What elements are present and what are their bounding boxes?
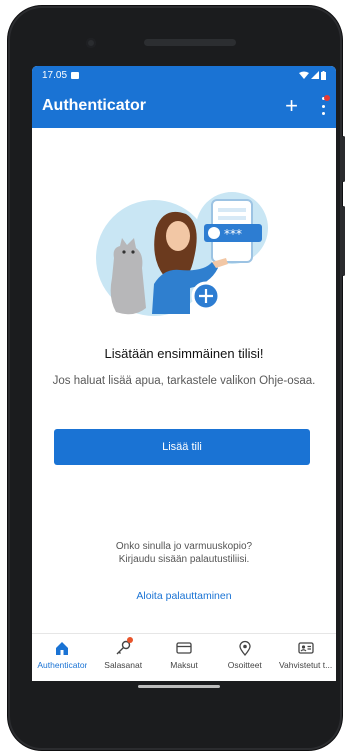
welcome-heading: Lisätään ensimmäinen tilisi!	[104, 346, 264, 361]
volume-button	[342, 206, 345, 276]
location-icon	[235, 639, 255, 657]
id-card-icon	[296, 639, 316, 657]
status-bar: 17.05	[32, 66, 336, 84]
app-bar: Authenticator +	[32, 84, 336, 128]
bottom-navigation: Authenticator Salasanat Maksut Osoitteet	[32, 633, 336, 681]
backup-instruction: Kirjaudu sisään palautustiliisi.	[118, 554, 250, 565]
notification-dot	[324, 95, 330, 101]
nav-item-passwords[interactable]: Salasanat	[93, 634, 154, 681]
power-button	[342, 136, 345, 182]
card-icon	[174, 639, 194, 657]
gesture-bar[interactable]	[138, 685, 220, 688]
nav-item-authenticator[interactable]: Authenticator	[32, 634, 93, 681]
welcome-illustration: ***	[96, 192, 268, 316]
svg-text:***: ***	[224, 227, 242, 241]
cellular-signal-icon	[311, 71, 319, 79]
main-content: *** Lisätään ensimmäinen tilisi! Jos hal…	[32, 128, 336, 631]
add-account-icon[interactable]: +	[285, 95, 298, 117]
nav-label: Maksut	[170, 660, 198, 670]
backup-question: Onko sinulla jo varmuuskopio?	[115, 541, 253, 552]
nav-label: Vahvistetut t...	[278, 660, 333, 670]
more-options-icon[interactable]	[320, 95, 330, 115]
nav-label: Salasanat	[104, 660, 143, 670]
nav-label: Authenticator	[37, 660, 88, 670]
wifi-icon	[299, 71, 309, 79]
app-title: Authenticator	[42, 97, 146, 114]
nav-item-payments[interactable]: Maksut	[154, 634, 215, 681]
help-text: Jos haluat lisää apua, tarkastele valiko…	[52, 375, 316, 387]
passwords-badge	[126, 637, 133, 643]
front-camera	[86, 38, 96, 48]
home-icon	[52, 639, 72, 657]
nav-label: Osoitteet	[227, 660, 262, 670]
nav-item-addresses[interactable]: Osoitteet	[214, 634, 275, 681]
image-notification-icon	[71, 71, 80, 79]
earpiece-speaker	[144, 39, 236, 46]
battery-icon	[321, 70, 326, 80]
restore-link[interactable]: Aloita palauttaminen	[32, 590, 336, 602]
status-time: 17.05	[42, 69, 68, 81]
add-account-button[interactable]: Lisää tili	[54, 429, 310, 465]
backup-prompt: Onko sinulla jo varmuuskopio? Kirjaudu s…	[32, 540, 336, 566]
nav-item-verified-ids[interactable]: Vahvistetut t...	[275, 634, 336, 681]
app-screen: 17.05 Authenticator + *** Lisätään ensim…	[32, 66, 336, 681]
